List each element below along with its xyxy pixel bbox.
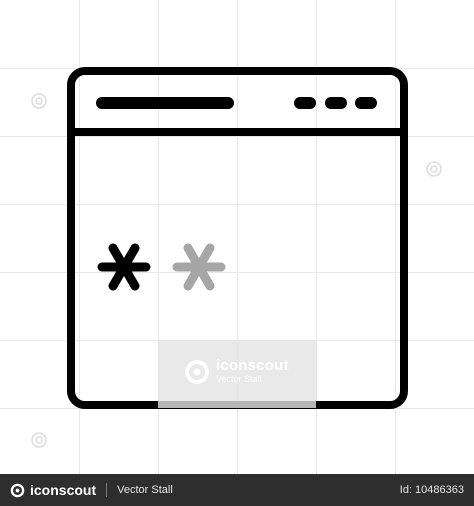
password-asterisk-faded-icon	[172, 243, 226, 291]
footer-brand[interactable]: iconscout	[30, 482, 96, 498]
footer-id: Id: 10486363	[399, 484, 464, 496]
watermark-text: iconscout Vector Stall	[216, 358, 289, 384]
watermark-author: Vector Stall	[216, 374, 262, 384]
footer-bar: iconscout Vector Stall Id: 10486363	[0, 474, 474, 506]
watermark-brand: iconscout	[216, 357, 289, 374]
password-asterisk-icon	[97, 243, 151, 291]
icon-canvas	[0, 0, 474, 474]
iconscout-logo-icon	[10, 483, 25, 497]
footer-divider	[106, 483, 108, 497]
footer-author[interactable]: Vector Stall	[117, 484, 173, 496]
